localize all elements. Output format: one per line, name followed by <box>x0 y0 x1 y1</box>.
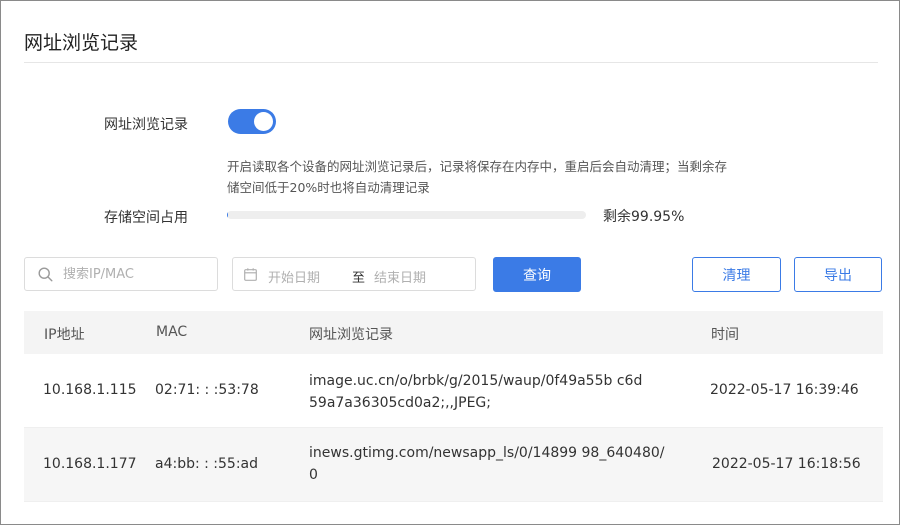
end-date-input[interactable]: 结束日期 <box>374 267 426 286</box>
record-toggle[interactable] <box>228 109 276 134</box>
remaining-prefix: 剩余 <box>603 209 631 225</box>
description-line: 开启读取各个设备的网址浏览记录后，记录将保存在内存中，重启后会自动清理；当剩余存 <box>227 159 728 174</box>
storage-label: 存储空间占用 <box>104 210 188 226</box>
search-icon <box>38 267 53 282</box>
table-header: IP地址 MAC 网址浏览记录 时间 <box>24 311 883 354</box>
url-line: 0 <box>309 467 318 483</box>
table-row: 10.168.1.177 a4:bb: : :55:ad inews.gtimg… <box>24 428 883 502</box>
export-button[interactable]: 导出 <box>794 257 882 292</box>
column-header-ip: IP地址 <box>44 327 85 343</box>
date-range-picker[interactable]: 开始日期 至 结束日期 <box>232 257 476 291</box>
browsing-records-table: IP地址 MAC 网址浏览记录 时间 10.168.1.115 02:71: :… <box>24 311 883 502</box>
search-box[interactable] <box>24 257 218 291</box>
url-line: inews.gtimg.com/newsapp_ls/0/14899 98_64… <box>309 445 665 461</box>
column-header-url: 网址浏览记录 <box>309 327 393 343</box>
storage-remaining: 剩余99.95% <box>603 206 684 226</box>
url-line: 59a7a36305cd0a2;,,JPEG; <box>309 395 491 411</box>
url-line: image.uc.cn/o/brbk/g/2015/waup/0f49a55b … <box>309 373 643 389</box>
ip-cell: 10.168.1.115 <box>43 382 137 398</box>
ip-cell: 10.168.1.177 <box>43 456 137 472</box>
clear-button[interactable]: 清理 <box>692 257 781 292</box>
description-line: 储空间低于20%时也将自动清理记录 <box>227 180 430 195</box>
column-header-time: 时间 <box>711 327 739 343</box>
time-cell: 2022-05-17 16:18:56 <box>712 456 861 472</box>
date-separator: 至 <box>352 271 366 286</box>
page-title: 网址浏览记录 <box>24 32 139 54</box>
start-date-input[interactable]: 开始日期 <box>268 267 320 286</box>
time-cell: 2022-05-17 16:39:46 <box>710 382 859 398</box>
mac-cell: 02:71: : :53:78 <box>155 382 259 398</box>
mac-cell: a4:bb: : :55:ad <box>155 456 259 472</box>
query-button[interactable]: 查询 <box>493 257 581 292</box>
search-input[interactable] <box>63 258 213 290</box>
url-cell: inews.gtimg.com/newsapp_ls/0/14899 98_64… <box>309 442 689 486</box>
table-row: 10.168.1.115 02:71: : :53:78 image.uc.cn… <box>24 354 883 428</box>
record-description: 开启读取各个设备的网址浏览记录后，记录将保存在内存中，重启后会自动清理；当剩余存… <box>227 156 797 198</box>
column-header-mac: MAC <box>156 324 188 340</box>
calendar-icon <box>244 268 257 281</box>
toggle-knob <box>254 112 273 131</box>
storage-progress-bar <box>227 211 586 219</box>
title-divider <box>24 62 878 63</box>
remaining-value: 99.95% <box>631 209 685 225</box>
url-cell: image.uc.cn/o/brbk/g/2015/waup/0f49a55b … <box>309 370 689 414</box>
record-setting-label: 网址浏览记录 <box>104 117 188 133</box>
